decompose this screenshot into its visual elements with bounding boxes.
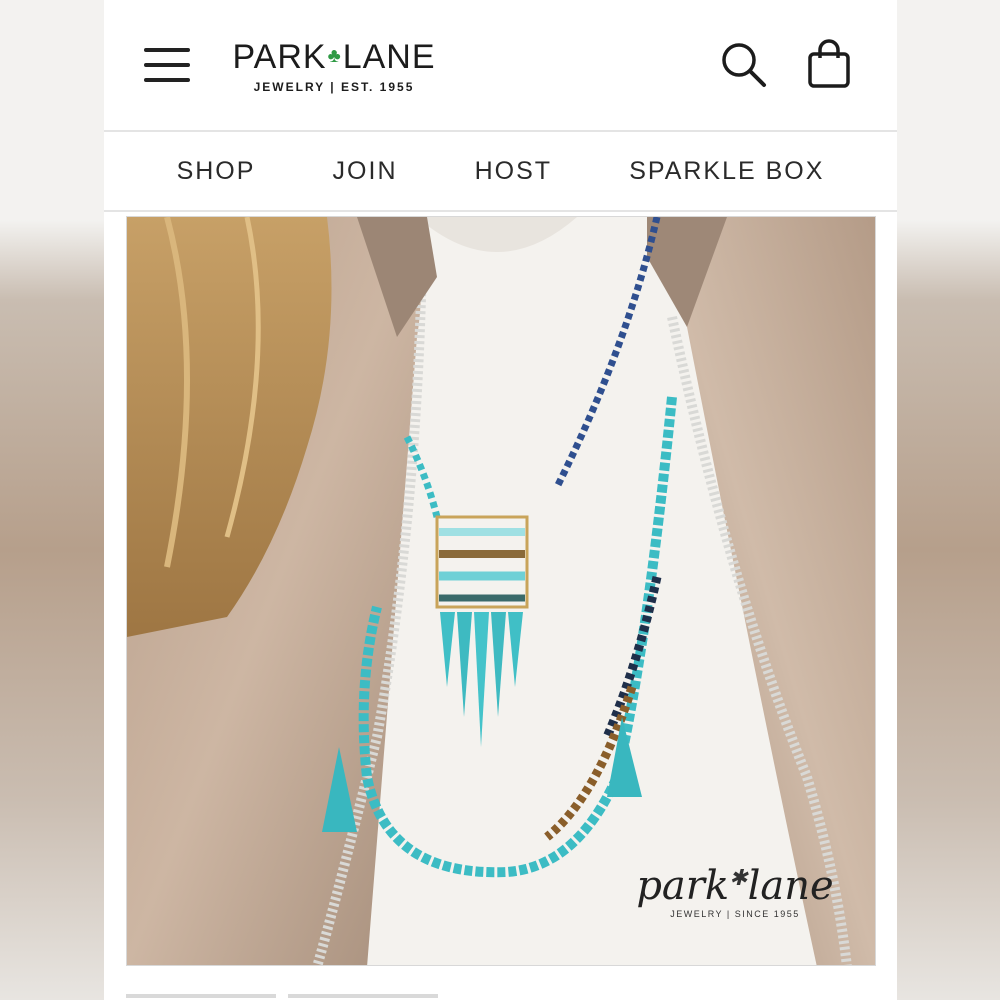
menu-bar	[144, 78, 190, 82]
menu-bar	[144, 48, 190, 52]
shopping-bag-icon	[808, 39, 850, 88]
logo-tagline: JEWELRY | EST. 1955	[253, 80, 415, 94]
brand-script: park✱lane	[636, 863, 834, 909]
menu-button[interactable]	[144, 44, 192, 86]
peek-bar	[288, 994, 438, 998]
mobile-screen: PARK♣LANE JEWELRY | EST. 1955 SHOP JOIN …	[104, 0, 897, 1000]
star-icon: ✱	[729, 866, 748, 891]
site-header: PARK♣LANE JEWELRY | EST. 1955	[104, 0, 897, 132]
next-section-peek	[126, 994, 876, 1000]
main-nav: SHOP JOIN HOST SPARKLE BOX	[104, 132, 897, 212]
nav-item-join[interactable]: JOIN	[333, 157, 398, 186]
site-logo[interactable]: PARK♣LANE JEWELRY | EST. 1955	[219, 36, 449, 96]
background-blur-right	[897, 0, 1000, 1000]
hero-banner[interactable]: park✱lane JEWELRY | SINCE 1955	[126, 216, 876, 966]
shamrock-icon: ♣	[327, 45, 342, 67]
hero-product-image	[127, 217, 875, 965]
nav-item-host[interactable]: HOST	[475, 157, 552, 186]
logo-wordmark: PARK♣LANE	[232, 38, 436, 76]
menu-bar	[144, 63, 190, 67]
brand-subtitle: JEWELRY | SINCE 1955	[670, 909, 800, 919]
cart-button[interactable]	[804, 38, 856, 92]
search-icon	[722, 43, 766, 87]
background-blur-left	[0, 0, 104, 1000]
peek-bar	[126, 994, 276, 998]
search-button[interactable]	[718, 38, 770, 92]
nav-item-shop[interactable]: SHOP	[177, 157, 256, 186]
nav-item-sparkle-box[interactable]: SPARKLE BOX	[629, 157, 824, 186]
brand-watermark: park✱lane JEWELRY | SINCE 1955	[625, 857, 845, 937]
